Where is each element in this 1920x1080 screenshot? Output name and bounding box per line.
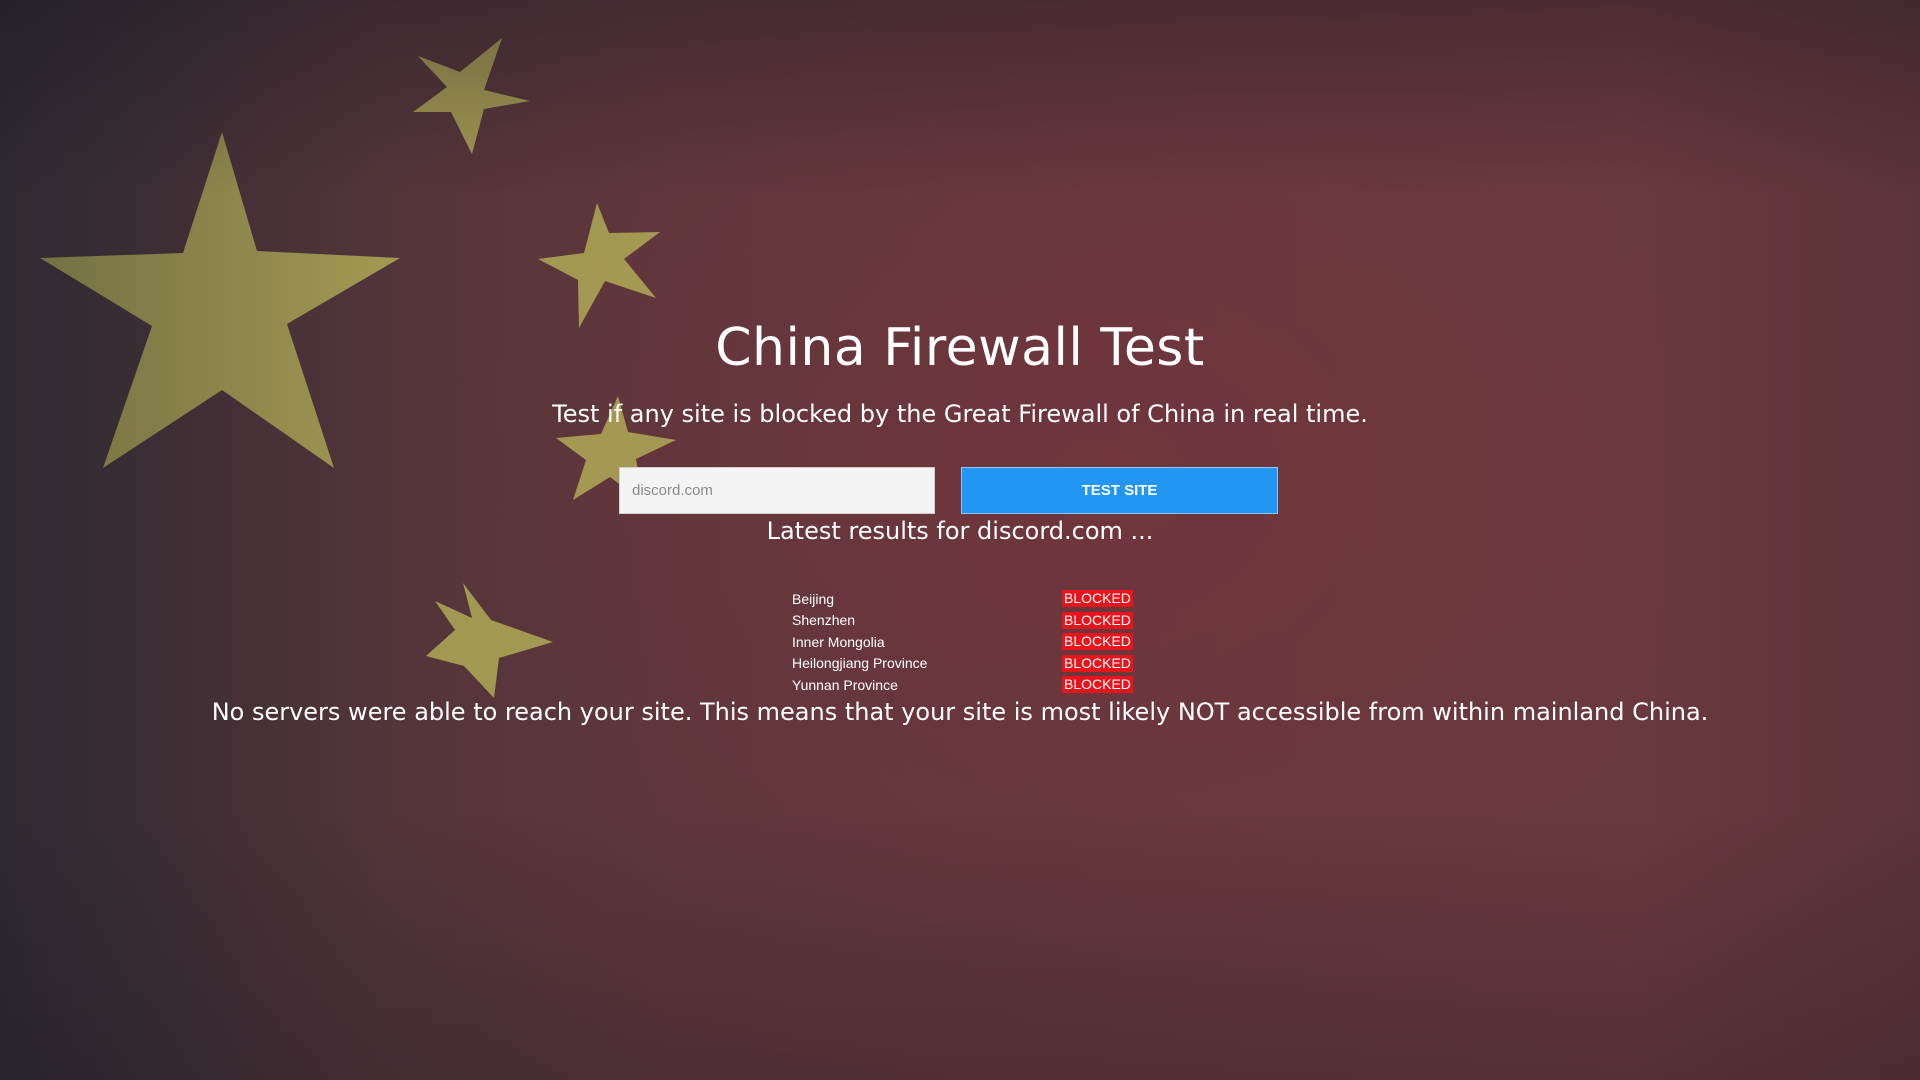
location-label: Inner Mongolia <box>792 633 885 650</box>
results-table: Beijing BLOCKED Shenzhen BLOCKED Inner M… <box>792 588 1133 696</box>
status-badge: BLOCKED <box>1062 654 1133 672</box>
results-heading: Latest results for discord.com ... <box>766 517 1154 545</box>
site-url-input[interactable] <box>619 467 935 514</box>
test-site-button[interactable]: TEST SITE <box>961 467 1278 514</box>
status-badge: BLOCKED <box>1062 611 1133 629</box>
location-label: Beijing <box>792 590 835 607</box>
status-badge: BLOCKED <box>1062 676 1133 694</box>
location-label: Heilongjiang Province <box>792 655 928 672</box>
status-badge: BLOCKED <box>1062 590 1133 608</box>
table-row: Inner Mongolia BLOCKED <box>792 631 1133 653</box>
page-title: China Firewall Test <box>715 318 1205 378</box>
location-label: Yunnan Province <box>792 676 898 693</box>
table-row: Heilongjiang Province BLOCKED <box>792 653 1133 675</box>
location-label: Shenzhen <box>792 612 856 629</box>
page-subtitle: Test if any site is blocked by the Great… <box>552 400 1368 428</box>
status-badge: BLOCKED <box>1062 633 1133 651</box>
table-row: Shenzhen BLOCKED <box>792 610 1133 632</box>
table-row: Beijing BLOCKED <box>792 588 1133 610</box>
main-content: China Firewall Test Test if any site is … <box>0 0 1920 1080</box>
table-row: Yunnan Province BLOCKED <box>792 674 1133 696</box>
results-summary: No servers were able to reach your site.… <box>211 698 1709 726</box>
